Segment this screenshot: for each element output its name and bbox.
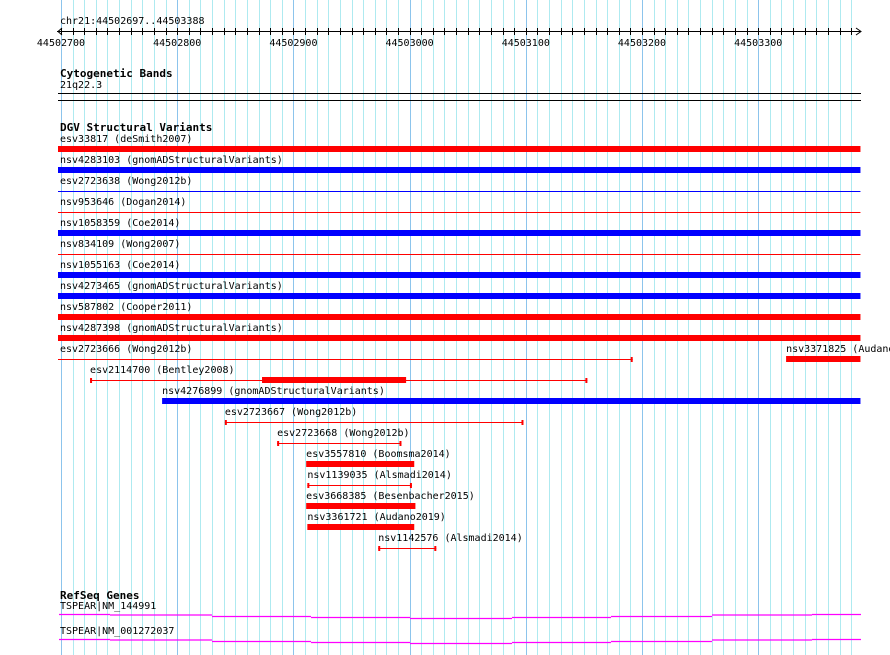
variant-label[interactable]: nsv4276899 (gnomADStructuralVariants) [162, 386, 385, 397]
gene-label[interactable]: TSPEAR|NM_001272037 [60, 626, 174, 637]
variant-endcap [378, 546, 381, 551]
variant-label[interactable]: nsv1055163 (Coe2014) [60, 260, 180, 271]
ruler-tick-label: 44502800 [153, 38, 201, 49]
variant-label[interactable]: nsv4273465 (gnomADStructuralVariants) [60, 281, 283, 292]
variant-label[interactable]: nsv1058359 (Coe2014) [60, 218, 180, 229]
gene-label[interactable]: TSPEAR|NM_144991 [60, 601, 156, 612]
variant-label[interactable]: esv2723667 (Wong2012b) [225, 407, 357, 418]
variant-endcap [434, 546, 437, 551]
variant-bar [262, 377, 407, 383]
variant-label[interactable]: esv2723668 (Wong2012b) [277, 428, 409, 439]
variant-bar [58, 314, 861, 320]
variant-endcap [521, 420, 524, 425]
ruler-tick-label: 44502700 [37, 38, 85, 49]
variant-label[interactable]: nsv3361721 (Audano2019) [307, 512, 445, 523]
track-title-cytogenetic-bands[interactable]: Cytogenetic Bands [60, 67, 173, 80]
ruler-tick-label: 44503200 [618, 38, 666, 49]
cytoband-label[interactable]: 21q22.3 [60, 80, 102, 91]
variant-endcap [630, 357, 633, 362]
variant-label[interactable]: nsv4283103 (gnomADStructuralVariants) [60, 155, 283, 166]
variant-endcap [399, 441, 402, 446]
ruler-tick-label: 44503300 [734, 38, 782, 49]
variant-label[interactable]: nsv834109 (Wong2007) [60, 239, 180, 250]
variant-bar [58, 293, 861, 299]
variant-endcap [224, 420, 227, 425]
variant-label[interactable]: esv33817 (deSmith2007) [60, 134, 192, 145]
variant-bar [786, 356, 861, 362]
variant-label[interactable]: esv3557810 (Boomsma2014) [306, 449, 451, 460]
variant-bar [58, 335, 861, 341]
variant-bar [162, 398, 861, 404]
variant-bar [58, 167, 861, 173]
track-title-dgv[interactable]: DGV Structural Variants [60, 121, 212, 134]
variant-label[interactable]: esv3668385 (Besenbacher2015) [306, 491, 475, 502]
variant-label[interactable]: nsv1139035 (Alsmadi2014) [307, 470, 452, 481]
variant-label[interactable]: nsv953646 (Dogan2014) [60, 197, 186, 208]
variant-label[interactable]: nsv1142576 (Alsmadi2014) [378, 533, 523, 544]
variant-bar [58, 230, 861, 236]
variant-label[interactable]: esv2723666 (Wong2012b) [60, 344, 192, 355]
variant-label[interactable]: esv2114700 (Bentley2008) [90, 365, 235, 376]
variant-bar [58, 272, 861, 278]
variant-endcap [90, 378, 93, 383]
variant-bar [306, 503, 416, 509]
variant-endcap [277, 441, 280, 446]
variant-endcap [585, 378, 588, 383]
variant-label[interactable]: nsv3371825 (Audano2019) [786, 344, 890, 355]
variant-bar [307, 524, 415, 530]
ruler-tick-label: 44503100 [502, 38, 550, 49]
variant-endcap [307, 483, 310, 488]
variant-endcap [409, 483, 412, 488]
variant-label[interactable]: esv2723638 (Wong2012b) [60, 176, 192, 187]
variant-bar [58, 146, 861, 152]
ruler-tick-label: 44502900 [269, 38, 317, 49]
ruler-tick-label: 44503000 [386, 38, 434, 49]
variant-bar [306, 461, 415, 467]
variant-label[interactable]: nsv587802 (Cooper2011) [60, 302, 192, 313]
variant-label[interactable]: nsv4287398 (gnomADStructuralVariants) [60, 323, 283, 334]
location-label: chr21:44502697..44503388 [60, 16, 205, 27]
